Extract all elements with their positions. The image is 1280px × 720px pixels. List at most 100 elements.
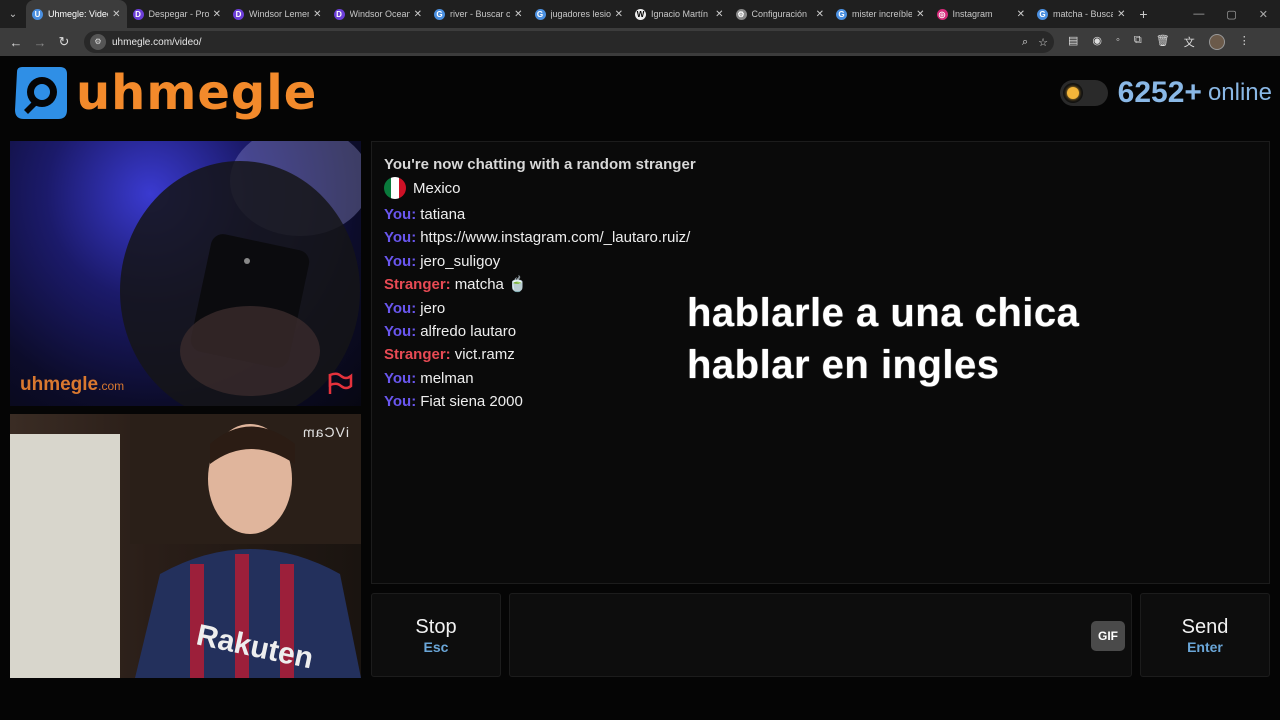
self-video-frame: Rakuten [10,414,361,678]
browser-tab[interactable]: Gmister increíble ✕ [830,0,931,28]
tab-favicon-icon: W [635,8,646,20]
tab-close-icon[interactable]: ✕ [816,9,824,20]
forward-icon[interactable]: → [28,35,52,50]
chat-message: You: jero_suligoy [384,250,1257,273]
tab-search-icon[interactable]: ⌄ [0,0,26,28]
message-text: matcha 🍵 [454,276,527,294]
tab-close-icon[interactable]: ✕ [916,9,924,20]
sun-icon [1066,87,1079,99]
theme-toggle[interactable] [1059,80,1108,106]
tab-close-icon[interactable]: ✕ [414,9,422,20]
browser-tab[interactable]: Gmatcha - Busca ✕ [1031,0,1132,28]
minimize-icon[interactable]: — [1193,8,1204,21]
sender-stranger: Stranger: [384,346,451,364]
sender-stranger: Stranger: [384,276,451,294]
bookmark-star-icon[interactable]: ☆ [1038,36,1048,49]
reload-icon[interactable]: ↻ [52,34,76,50]
theme-toggle-knob [1062,83,1083,103]
chat-log: You're now chatting with a random strang… [371,141,1270,584]
browser-tab[interactable]: W Ignacio Martín ✕ [629,0,730,28]
tab-title: Despegar - Prof [148,9,209,19]
logo-text: uhmegle [76,65,318,121]
self-video: Rakuten iVCam [10,414,361,678]
browser-tab[interactable]: Griver - Buscar c ✕ [428,0,529,28]
tab-favicon-icon: G [1037,8,1048,20]
close-window-icon[interactable]: ✕ [1259,8,1268,21]
browser-tab[interactable]: D Windsor Lemer ✕ [227,0,328,28]
stranger-video: uhmegle.com [10,141,361,406]
tab-title: Windsor Lemer [249,9,310,19]
tab-close-icon[interactable]: ✕ [313,9,321,20]
sender-you: You: [384,323,417,341]
report-flag-icon[interactable] [327,372,353,396]
window-controls: — ▢ ✕ [1193,8,1280,21]
tab-close-icon[interactable]: ✕ [615,9,623,20]
browser-tab[interactable]: U Uhmegle: Video ✕ [26,0,127,28]
sender-you: You: [384,299,417,317]
extensions-area: ▤ ◉ ◦ ⧉ 🗑 文 ⋮ [1068,34,1250,50]
browser-toolbar: ← → ↻ ⚙ uhmegle.com/video/ ⌕ ☆ ▤ ◉ ◦ ⧉ 🗑… [0,28,1280,56]
browser-tab[interactable]: D Despegar - Prof ✕ [127,0,228,28]
extensions-puzzle-icon[interactable]: ⧉ [1134,34,1142,50]
tab-close-icon[interactable]: ✕ [514,9,522,20]
message-text: Fiat siena 2000 [420,393,523,411]
profile-avatar[interactable] [1208,34,1225,50]
back-icon[interactable]: ← [4,35,28,50]
tab-favicon-icon: ⚙ [735,8,747,20]
tab-favicon-icon: U [32,8,43,20]
gif-button[interactable]: GIF [1091,621,1125,651]
tab-favicon-icon: G [434,8,445,20]
tab-close-icon[interactable]: ✕ [213,9,221,20]
browser-tab[interactable]: Gjugadores lesio ✕ [529,0,630,28]
sender-you: You: [384,252,417,270]
extension-icon-1[interactable]: ◉ [1092,34,1102,50]
send-button[interactable]: Send Enter [1140,593,1270,677]
sender-you: You: [384,393,417,411]
reading-list-icon[interactable]: ▤ [1068,34,1078,50]
tab-favicon-icon: D [132,8,144,20]
zoom-icon[interactable]: ⌕ [1022,36,1028,49]
tab-close-icon[interactable]: ✕ [715,9,723,20]
message-text: jero_suligoy [420,252,501,270]
browser-tab[interactable]: D Windsor Ocean ✕ [328,0,429,28]
tab-close-icon[interactable]: ✕ [112,9,120,20]
stranger-country: Mexico [384,177,1257,199]
tab-title: Windsor Ocean [349,9,410,19]
overlay-text: hablarle a una chica hablar en ingles [687,287,1079,391]
tab-title: Instagram [952,9,993,19]
url-text[interactable]: uhmegle.com/video/ [112,37,1012,48]
address-bar[interactable]: ⚙ uhmegle.com/video/ ⌕ ☆ [84,31,1054,53]
tab-close-icon[interactable]: ✕ [1017,9,1025,20]
tab-close-icon[interactable]: ✕ [1117,9,1125,20]
ivcam-label: iVCam [301,424,349,440]
online-label: online [1207,79,1272,106]
browser-tab[interactable]: ◎ Instagram ✕ [931,0,1032,28]
tab-favicon-icon: ◎ [936,8,948,20]
overlay-line: hablarle a una chica [687,291,1080,335]
browser-tab[interactable]: ⚙ Configuración ✕ [730,0,831,28]
tab-favicon-icon: D [233,8,244,20]
chat-status: You're now chatting with a random strang… [384,156,696,173]
tabs-container: U Uhmegle: Video ✕ D Despegar - Prof ✕ D Windso… [26,0,1132,28]
menu-dots-icon[interactable]: ⋮ [1239,34,1250,50]
trash-icon[interactable]: 🗑 [1156,34,1170,50]
message-text: tatiana [420,206,466,223]
send-label: Send [1181,615,1229,638]
overlay-line: hablar en ingles [687,343,1000,387]
new-tab-icon[interactable]: + [1132,6,1156,22]
sender-you: You: [384,369,417,387]
site-logo[interactable]: uhmegle [12,64,317,122]
stop-button[interactable]: Stop Esc [371,593,501,677]
online-indicator: 6252+ online [1059,76,1272,110]
message-text: https://www.instagram.com/_lautaro.ruiz/ [420,229,691,247]
sender-you: You: [384,229,417,247]
message-input[interactable]: GIF [509,593,1132,677]
maximize-icon[interactable]: ▢ [1226,8,1236,21]
site-info-icon[interactable]: ⚙ [90,34,106,50]
message-text: jero [420,299,446,317]
message-text: alfredo lautaro [420,323,517,341]
tab-favicon-icon: G [836,8,847,20]
send-shortcut: Enter [1187,638,1223,655]
translate-icon[interactable]: 文 [1184,34,1195,50]
extension-icon-2[interactable]: ◦ [1116,34,1120,50]
